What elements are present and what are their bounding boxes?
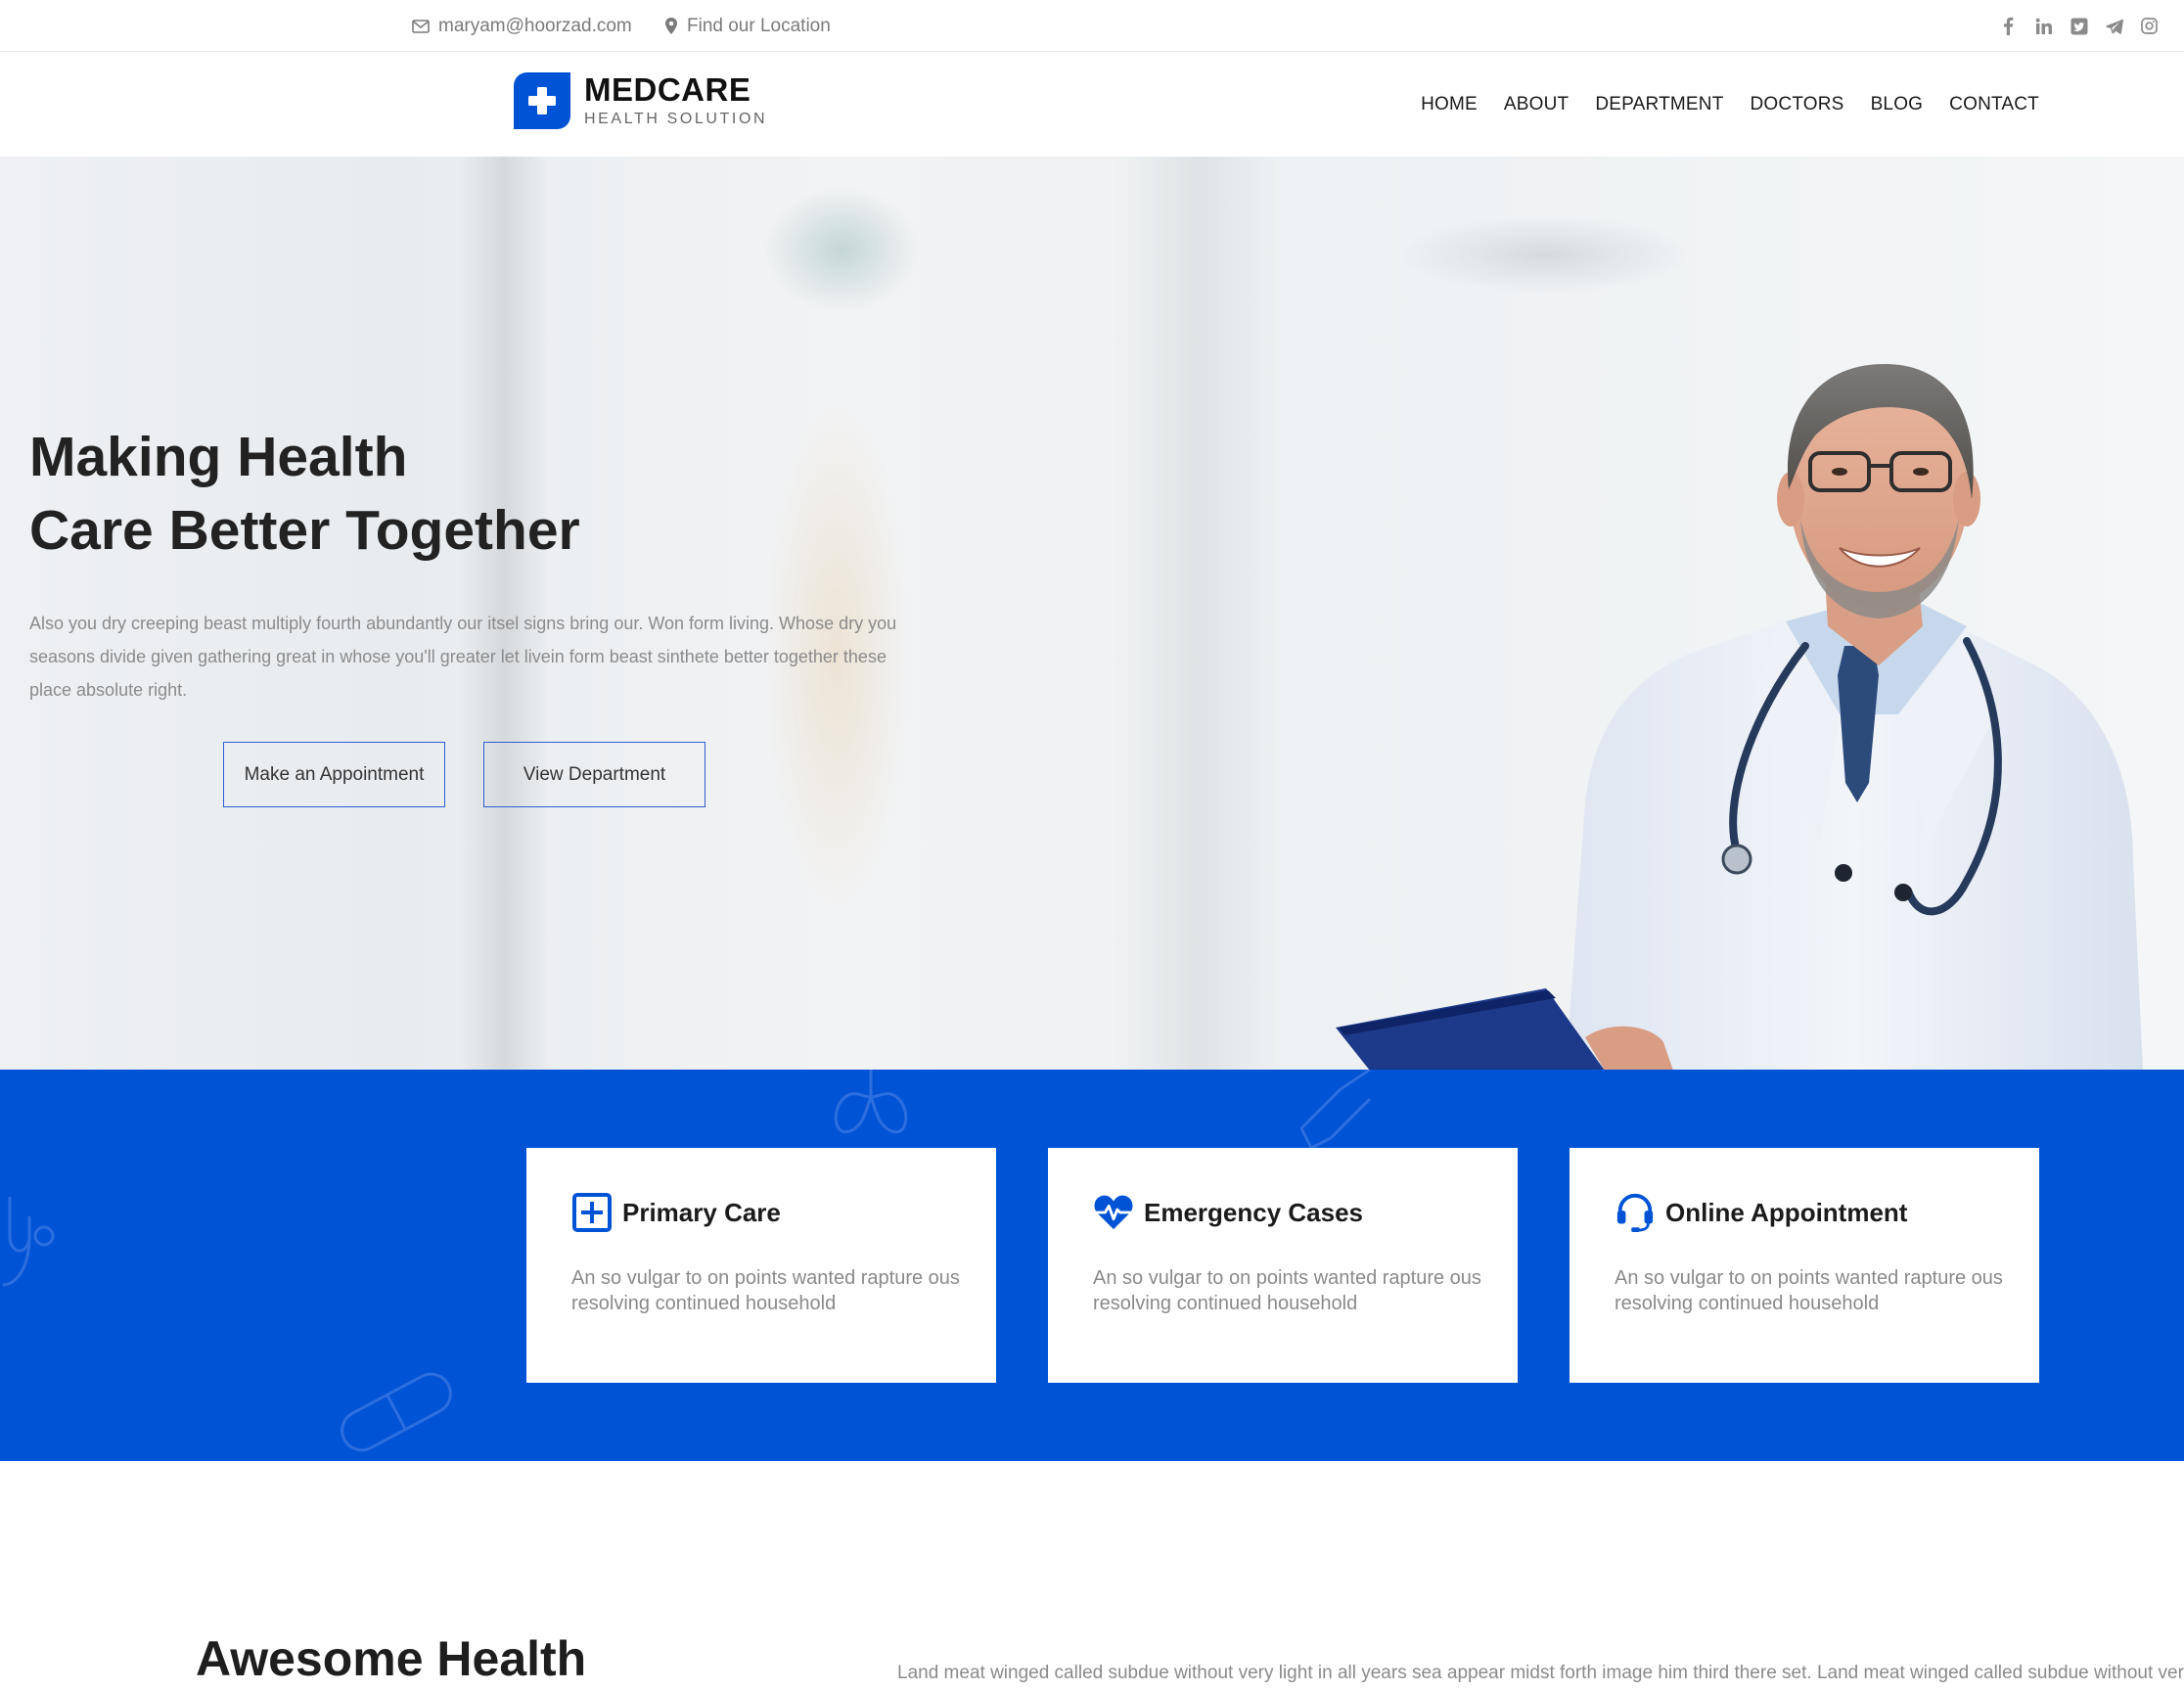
about-text: Land meat winged called subdue without v… — [897, 1663, 2184, 1683]
twitter-icon[interactable] — [2070, 17, 2088, 35]
nav-contact[interactable]: CONTACT — [1949, 94, 2039, 115]
feature-title: Emergency Cases — [1144, 1197, 1364, 1227]
telegram-icon[interactable] — [2105, 17, 2123, 35]
view-department-button[interactable]: View Department — [483, 742, 705, 807]
nav-about[interactable]: ABOUT — [1504, 94, 1569, 115]
feature-text: An so vulgar to on points wanted rapture… — [1093, 1267, 1481, 1314]
hero-background-blur — [763, 186, 920, 313]
about-title: Awesome Health — [196, 1631, 587, 1686]
heartbeat-icon — [1093, 1192, 1134, 1233]
linkedin-icon[interactable] — [2034, 17, 2053, 35]
location-link[interactable]: Find our Location — [664, 0, 831, 52]
feature-text: An so vulgar to on points wanted rapture… — [1615, 1267, 2003, 1314]
feature-text: An so vulgar to on points wanted rapture… — [571, 1267, 960, 1314]
syringe-icon — [1299, 1070, 1372, 1151]
social-links — [1999, 0, 2159, 52]
email-link[interactable]: maryam@hoorzad.com — [412, 0, 632, 52]
feature-card-online-appointment[interactable]: Online Appointment An so vulgar to on po… — [1570, 1148, 2039, 1383]
location-text: Find our Location — [687, 15, 831, 36]
top-bar: maryam@hoorzad.com Find our Location — [0, 0, 2184, 52]
hero-title-line-2: Care Better Together — [29, 499, 580, 562]
facebook-icon[interactable] — [1999, 17, 2018, 35]
main-nav: HOME ABOUT DEPARTMENT DOCTORS BLOG CONTA… — [1421, 53, 2039, 157]
plus-square-icon — [571, 1192, 613, 1233]
map-pin-icon — [665, 18, 677, 34]
lungs-icon — [834, 1070, 908, 1134]
feature-card-primary-care[interactable]: Primary Care An so vulgar to on points w… — [526, 1148, 996, 1383]
make-appointment-button[interactable]: Make an Appointment — [223, 742, 445, 807]
doctor-image — [1336, 363, 2143, 1071]
nav-home[interactable]: HOME — [1421, 94, 1478, 115]
nav-blog[interactable]: BLOG — [1871, 94, 1924, 115]
nav-doctors[interactable]: DOCTORS — [1751, 94, 1844, 115]
feature-title: Online Appointment — [1665, 1197, 1908, 1227]
brand-logo[interactable]: MEDCARE HEALTH SOLUTION — [514, 72, 767, 129]
email-text: maryam@hoorzad.com — [438, 15, 632, 36]
stethoscope-icon — [2, 1197, 55, 1287]
brand-tagline: HEALTH SOLUTION — [584, 111, 768, 127]
headset-icon — [1615, 1192, 1656, 1233]
envelope-icon — [412, 19, 430, 33]
nav-department[interactable]: DEPARTMENT — [1595, 94, 1723, 115]
instagram-icon[interactable] — [2140, 17, 2159, 35]
hero-title-line-1: Making Health — [29, 426, 408, 488]
feature-card-emergency-cases[interactable]: Emergency Cases An so vulgar to on point… — [1048, 1148, 1518, 1383]
hero-title: Making Health Care Better Together — [29, 421, 580, 568]
site-header: MEDCARE HEALTH SOLUTION HOME ABOUT DEPAR… — [0, 53, 2184, 157]
hero-section: Making Health Care Better Together Also … — [0, 157, 2184, 1071]
hero-background-blur — [1115, 157, 1282, 1071]
brand-name: MEDCARE — [584, 71, 751, 108]
pill-icon — [341, 1372, 452, 1452]
medical-cross-icon — [514, 72, 570, 129]
hero-description: Also you dry creeping beast multiply fou… — [29, 614, 897, 700]
feature-title: Primary Care — [622, 1197, 781, 1227]
features-band: Primary Care An so vulgar to on points w… — [0, 1070, 2184, 1461]
